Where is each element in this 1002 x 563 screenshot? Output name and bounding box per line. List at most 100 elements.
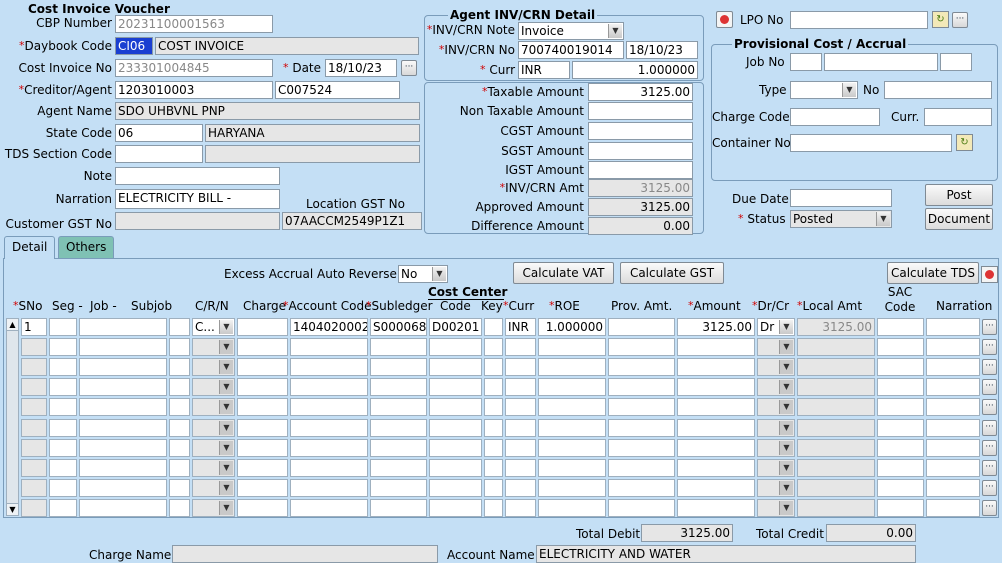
grid-cell-subledger[interactable] — [370, 499, 427, 517]
calculate-gst-button[interactable]: Calculate GST — [620, 262, 724, 284]
row-more-button[interactable]: ··· — [982, 379, 997, 395]
grid-cell-roe[interactable] — [538, 398, 606, 416]
grid-cell-crn[interactable]: ▼ — [192, 499, 235, 517]
post-button[interactable]: Post — [925, 184, 993, 206]
calculate-tds-button[interactable]: Calculate TDS — [887, 262, 979, 284]
sgst-amount-field[interactable] — [588, 142, 693, 160]
grid-cell-sac[interactable] — [877, 499, 924, 517]
tab-detail[interactable]: Detail — [4, 236, 56, 259]
grid-cell-account[interactable] — [290, 499, 368, 517]
grid-cell-code[interactable] — [429, 358, 482, 376]
lpo-no-field[interactable] — [790, 11, 928, 29]
lpo-lookup-icon[interactable] — [716, 11, 733, 28]
grid-cell-sac[interactable] — [877, 338, 924, 356]
grid-cell-curr[interactable] — [505, 378, 536, 396]
grid-cell-narration[interactable] — [926, 398, 980, 416]
grid-cell-sac[interactable] — [877, 439, 924, 457]
grid-cell-subledger[interactable] — [370, 479, 427, 497]
grid-cell-narration[interactable] — [926, 439, 980, 457]
grid-cell-account[interactable] — [290, 479, 368, 497]
grid-cell-seg[interactable] — [49, 358, 77, 376]
grid-cell-prov[interactable] — [608, 338, 675, 356]
grid-cell-charge[interactable] — [237, 338, 288, 356]
grid-cell-account[interactable] — [290, 398, 368, 416]
grid-cell-narration[interactable] — [926, 479, 980, 497]
grid-cell-seg[interactable] — [49, 479, 77, 497]
grid-cell-crn[interactable]: ▼ — [192, 479, 235, 497]
curr-field[interactable]: INR — [518, 61, 570, 79]
grid-cell-prov[interactable] — [608, 358, 675, 376]
grid-cell-sno[interactable] — [21, 419, 47, 437]
grid-cell-sac[interactable] — [877, 378, 924, 396]
state-code-field[interactable]: 06 — [115, 124, 203, 142]
grid-cell-amount[interactable] — [677, 398, 755, 416]
grid-cell-seg[interactable] — [49, 378, 77, 396]
row-more-button[interactable]: ··· — [982, 440, 997, 456]
row-more-button[interactable]: ··· — [982, 339, 997, 355]
grid-cell-narration[interactable] — [926, 358, 980, 376]
row-more-button[interactable]: ··· — [982, 480, 997, 496]
grid-cell-roe[interactable] — [538, 338, 606, 356]
grid-cell-drcr[interactable]: ▼ — [757, 499, 795, 517]
grid-cell-drcr[interactable]: ▼ — [757, 398, 795, 416]
grid-cell-crn[interactable]: ▼ — [192, 398, 235, 416]
grid-cell-curr[interactable] — [505, 338, 536, 356]
grid-cell-prov[interactable] — [608, 378, 675, 396]
grid-cell-curr[interactable] — [505, 459, 536, 477]
row-more-button[interactable]: ··· — [982, 359, 997, 375]
type-select[interactable]: ▼ — [790, 81, 858, 99]
job-no-field[interactable] — [824, 53, 938, 71]
grid-cell-code[interactable] — [429, 398, 482, 416]
grid-cell-roe[interactable]: 1.000000 — [538, 318, 606, 336]
grid-cell-crn[interactable]: ▼ — [192, 459, 235, 477]
grid-cell-amount[interactable] — [677, 439, 755, 457]
grid-cell-seg[interactable] — [49, 338, 77, 356]
grid-cell-job[interactable] — [79, 378, 167, 396]
grid-cell-subjob[interactable] — [169, 439, 190, 457]
grid-cell-subjob[interactable] — [169, 479, 190, 497]
grid-cell-seg[interactable] — [49, 398, 77, 416]
grid-cell-charge[interactable] — [237, 358, 288, 376]
tds-section-field[interactable] — [115, 145, 203, 163]
grid-cell-drcr[interactable]: ▼ — [757, 439, 795, 457]
status-select[interactable]: Posted ▼ — [790, 210, 892, 228]
grid-cell-drcr[interactable]: ▼ — [757, 338, 795, 356]
grid-cell-crn[interactable]: ▼ — [192, 439, 235, 457]
grid-cell-sac[interactable] — [877, 459, 924, 477]
grid-cell-drcr[interactable]: ▼ — [757, 378, 795, 396]
grid-cell-job[interactable] — [79, 398, 167, 416]
grid-cell-subledger[interactable] — [370, 398, 427, 416]
date-field[interactable]: 18/10/23 — [325, 59, 397, 77]
grid-cell-charge[interactable] — [237, 479, 288, 497]
grid-cell-code[interactable] — [429, 459, 482, 477]
grid-cell-sac[interactable] — [877, 358, 924, 376]
tab-others[interactable]: Others — [58, 236, 115, 258]
grid-cell-key[interactable] — [484, 419, 503, 437]
grid-cell-charge[interactable] — [237, 439, 288, 457]
grid-cell-roe[interactable] — [538, 419, 606, 437]
grid-cell-sac[interactable] — [877, 318, 924, 336]
grid-cell-subledger[interactable] — [370, 439, 427, 457]
grid-cell-sno[interactable] — [21, 338, 47, 356]
grid-cell-key[interactable] — [484, 318, 503, 336]
document-button[interactable]: Document — [925, 208, 993, 230]
grid-cell-charge[interactable] — [237, 398, 288, 416]
grid-cell-crn[interactable]: ▼ — [192, 338, 235, 356]
grid-cell-sno[interactable] — [21, 459, 47, 477]
grid-cell-key[interactable] — [484, 338, 503, 356]
grid-cell-seg[interactable] — [49, 318, 77, 336]
grid-cell-sac[interactable] — [877, 419, 924, 437]
creditor-code-field[interactable]: 1203010003 — [115, 81, 273, 99]
grid-cell-narration[interactable] — [926, 338, 980, 356]
grid-cell-job[interactable] — [79, 358, 167, 376]
grid-cell-sno[interactable] — [21, 358, 47, 376]
grid-cell-subledger[interactable] — [370, 419, 427, 437]
grid-cell-charge[interactable] — [237, 419, 288, 437]
daybook-code-field[interactable]: CI06 — [115, 37, 153, 55]
grid-cell-roe[interactable] — [538, 378, 606, 396]
job-seg-field[interactable] — [790, 53, 822, 71]
grid-cell-prov[interactable] — [608, 479, 675, 497]
row-more-button[interactable]: ··· — [982, 460, 997, 476]
prov-curr-field[interactable] — [924, 108, 992, 126]
grid-cell-amount[interactable] — [677, 499, 755, 517]
